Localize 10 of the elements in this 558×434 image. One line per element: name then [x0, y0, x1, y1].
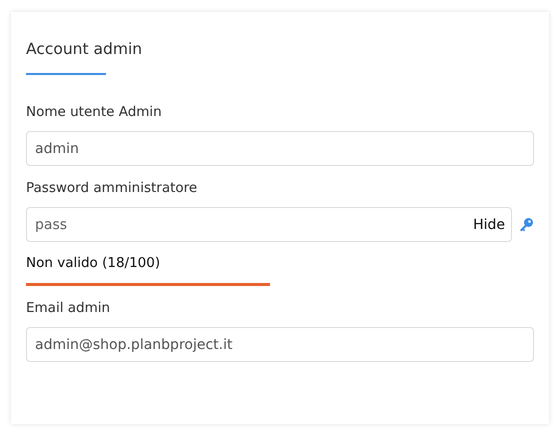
field-label: Password amministratore: [26, 179, 198, 198]
input-field[interactable]: admin@shop.planbproject.it: [26, 327, 534, 362]
strength-text: Non valido (18/100): [26, 254, 162, 273]
hide-button[interactable]: Hide: [473, 216, 505, 232]
field-label: Nome utente Admin: [26, 103, 163, 122]
key-icon[interactable]: [518, 216, 534, 232]
field-label: Email admin: [26, 299, 112, 318]
input-field[interactable]: admin: [26, 131, 534, 166]
section-title: Account admin: [26, 39, 144, 59]
password-field[interactable]: pass Hide: [26, 207, 512, 242]
